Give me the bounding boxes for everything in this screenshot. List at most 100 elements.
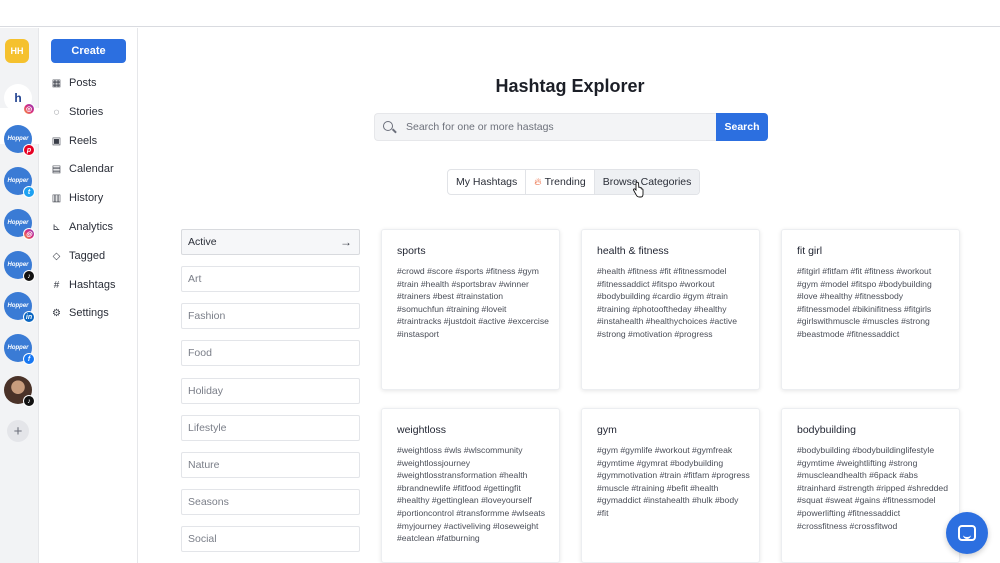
category-fashion[interactable]: Fashion [181, 303, 360, 329]
browser-top-bar [0, 0, 1000, 27]
chat-icon [958, 525, 976, 541]
nav-label: Analytics [69, 221, 114, 233]
nav-item-stories[interactable]: ◌ Stories [51, 103, 104, 121]
twitter-icon: t [23, 186, 35, 198]
add-account-button[interactable]: + [7, 420, 29, 442]
page-title: Hashtag Explorer [495, 76, 645, 96]
hashtag-card[interactable]: sports #crowd #score #sports #fitness #g… [381, 229, 560, 390]
nav-label: Settings [69, 307, 109, 319]
reels-icon: ▣ [51, 135, 62, 147]
tab-label: My Hashtags [456, 176, 518, 188]
tag-icon: ◇ [52, 250, 61, 262]
pinterest-account[interactable]: Hopper p [4, 125, 35, 156]
tab-my-hashtags[interactable]: My Hashtags [448, 170, 527, 194]
card-hashtags: #crowd #score #sports #fitness #gym #tra… [397, 266, 549, 339]
nav-label: Tagged [69, 250, 106, 262]
category-label: Active [188, 236, 217, 248]
linkedin-icon: in [23, 311, 35, 323]
category-food[interactable]: Food [181, 340, 360, 366]
card-hashtags: #gym #gymlife #workout #gymfreak #gymtim… [597, 445, 750, 518]
account-logo: Hopper [7, 345, 29, 351]
nav-label: Stories [69, 106, 104, 118]
category-label: Food [188, 347, 212, 359]
category-art[interactable]: Art [181, 266, 360, 292]
tab-label: Browse Categories [602, 176, 692, 188]
account-logo: Hopper [7, 220, 29, 226]
hand-cursor-icon [633, 182, 644, 198]
facebook-account[interactable]: Hopper f [4, 334, 35, 365]
card-hashtags: #health #fitness #fit #fitnessmodel #fit… [597, 266, 737, 339]
card-hashtags: #weightloss #wls #wlscommunity #weightlo… [397, 445, 546, 544]
nav-label: Calendar [69, 163, 114, 175]
category-label: Social [188, 533, 217, 545]
hashtag-card[interactable]: weightloss #weightloss #wls #wlscommunit… [381, 408, 560, 563]
category-active[interactable]: Active → [181, 229, 360, 255]
nav-item-posts[interactable]: ▦ Posts [51, 74, 97, 92]
category-label: Art [188, 273, 202, 285]
twitter-account[interactable]: Hopper t [4, 167, 35, 198]
account-logo: Hopper [7, 136, 29, 142]
grid-icon: ▦ [51, 77, 62, 89]
hashtag-card[interactable]: bodybuilding #bodybuilding #bodybuilding… [781, 408, 960, 563]
category-social[interactable]: Social [181, 526, 360, 552]
account-logo: Hopper [7, 303, 29, 309]
card-title: gym [597, 424, 617, 436]
arrow-right-icon: → [340, 235, 352, 249]
nav-item-settings[interactable]: ⚙ Settings [51, 304, 109, 322]
tab-trending[interactable]: 🔥︎ Trending [526, 170, 595, 194]
tiktok-icon: ♪ [23, 270, 35, 282]
workspace-avatar[interactable]: HH [5, 39, 29, 63]
hash-icon: # [53, 279, 60, 291]
search-button[interactable]: Search [716, 113, 768, 141]
category-label: Holiday [188, 385, 224, 397]
calendar-icon: ▤ [51, 163, 62, 175]
stories-icon: ◌ [53, 106, 60, 118]
account-rail: HH h ◎ Hopper p Hopper t Hopper ◎ Hopper… [0, 28, 39, 563]
hashtag-tabs: My Hashtags 🔥︎ Trending Browse Categories [447, 169, 701, 195]
chat-button[interactable] [946, 512, 988, 554]
nav-label: History [69, 192, 104, 204]
card-hashtags: #fitgirl #fitfam #fit #fitness #workout … [797, 266, 932, 339]
search-icon [383, 121, 393, 131]
category-lifestyle[interactable]: Lifestyle [181, 415, 360, 441]
category-label: Lifestyle [188, 422, 227, 434]
category-holiday[interactable]: Holiday [181, 378, 360, 404]
nav-label: Reels [69, 135, 98, 147]
facebook-icon: f [23, 353, 35, 365]
category-seasons[interactable]: Seasons [181, 489, 360, 515]
search-input[interactable] [406, 114, 706, 140]
account-logo: Hopper [7, 178, 29, 184]
category-label: Fashion [188, 310, 226, 322]
tab-browse-categories[interactable]: Browse Categories [594, 170, 700, 194]
nav-item-reels[interactable]: ▣ Reels [51, 132, 97, 150]
category-label: Nature [188, 459, 220, 471]
nav-item-tagged[interactable]: ◇ Tagged [51, 247, 105, 265]
nav-item-analytics[interactable]: ⊾ Analytics [51, 218, 113, 236]
hashtag-card[interactable]: gym #gym #gymlife #workout #gymfreak #gy… [581, 408, 760, 563]
tiktok-icon: ♪ [23, 395, 35, 407]
card-title: bodybuilding [797, 424, 856, 436]
instagram-account-hh[interactable]: h ◎ [4, 84, 35, 115]
hashtag-card[interactable]: health & fitness #health #fitness #fit #… [581, 229, 760, 390]
card-title: weightloss [397, 424, 447, 436]
pinterest-icon: p [23, 144, 35, 156]
instagram-icon: ◎ [23, 103, 35, 115]
category-nature[interactable]: Nature [181, 452, 360, 478]
tiktok-account[interactable]: Hopper ♪ [4, 251, 35, 282]
nav-item-history[interactable]: ▥ History [51, 189, 103, 207]
search-box [374, 113, 716, 141]
main-nav: Create ▦ Posts ◌ Stories ▣ Reels ▤ Calen… [40, 28, 138, 563]
instagram-account[interactable]: Hopper ◎ [4, 209, 35, 240]
create-button[interactable]: Create [51, 39, 126, 63]
history-icon: ▥ [51, 192, 62, 204]
fire-icon: 🔥︎ [534, 176, 542, 188]
nav-item-calendar[interactable]: ▤ Calendar [51, 160, 114, 178]
gear-icon: ⚙ [52, 307, 61, 319]
linkedin-account[interactable]: Hopper in [4, 292, 35, 323]
instagram-icon: ◎ [23, 228, 35, 240]
category-label: Seasons [188, 496, 229, 508]
user-avatar[interactable]: ♪ [4, 376, 35, 407]
card-title: fit girl [797, 245, 823, 257]
nav-item-hashtags[interactable]: # Hashtags [51, 276, 116, 294]
hashtag-card[interactable]: fit girl #fitgirl #fitfam #fit #fitness … [781, 229, 960, 390]
